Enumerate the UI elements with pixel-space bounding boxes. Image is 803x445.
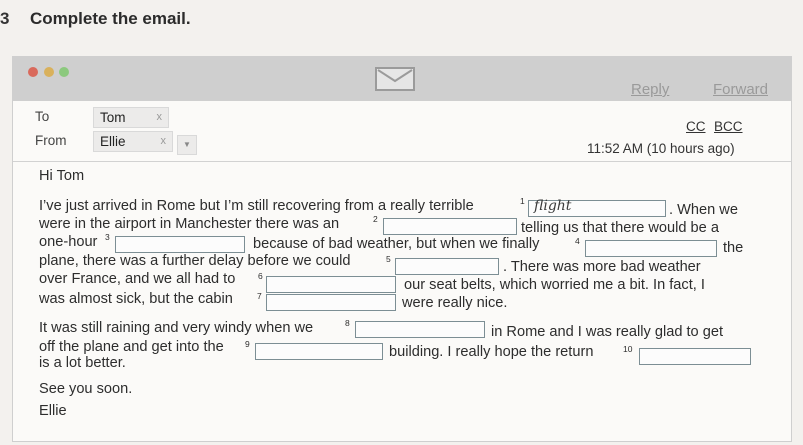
gap-number-6: 6	[258, 271, 263, 281]
gap-number-7: 7	[257, 291, 262, 301]
p1-line3b: because of bad weather, but when we fina…	[253, 236, 540, 252]
p1-line4b: . There was more bad weather	[503, 259, 701, 275]
answer-gap-6[interactable]	[266, 276, 396, 293]
p2-line3a: is a lot better.	[39, 355, 126, 371]
p2-line2b: building. I really hope the return	[389, 344, 594, 360]
cc-link[interactable]: CC	[686, 119, 706, 134]
p1-line3a: one-hour	[39, 234, 98, 250]
email-timestamp: 11:52 AM (10 hours ago)	[587, 141, 735, 156]
exercise-title: Complete the email.	[30, 9, 191, 28]
maximize-window-dot[interactable]	[59, 67, 69, 77]
exercise-number: 3	[0, 9, 10, 28]
to-recipient-chip[interactable]: Tom x	[93, 107, 169, 128]
from-label: From	[35, 133, 67, 148]
p1-line3c: the	[723, 240, 744, 256]
remove-sender-icon[interactable]: x	[161, 135, 167, 147]
to-recipient-name: Tom	[100, 110, 126, 125]
gap-number-3: 3	[105, 232, 110, 242]
answer-gap-10[interactable]	[639, 348, 751, 365]
p1-line2b: telling us that there would be a	[521, 220, 719, 236]
p1-line5a: over France, and we all had to	[39, 271, 236, 287]
from-sender-chip[interactable]: Ellie x	[93, 131, 173, 152]
p1-line2a: were in the airport in Manchester there …	[39, 216, 340, 232]
answer-gap-7[interactable]	[266, 294, 396, 311]
to-label: To	[35, 109, 50, 124]
p1-line1b: . When we	[669, 202, 738, 218]
p1-line5b: our seat belts, which worried me a bit. …	[404, 277, 705, 293]
p2-line1a: It was still raining and very windy when…	[39, 320, 314, 336]
minimize-window-dot[interactable]	[44, 67, 54, 77]
p1-line1a: I’ve just arrived in Rome but I’m still …	[39, 198, 474, 214]
answer-gap-3[interactable]	[115, 236, 245, 253]
answer-gap-8[interactable]	[355, 321, 485, 338]
p1-line6b: were really nice.	[402, 295, 508, 311]
from-sender-name: Ellie	[100, 134, 126, 149]
answer-gap-1[interactable]: flight	[528, 198, 666, 217]
gap-number-5: 5	[386, 254, 391, 264]
answer-gap-4[interactable]	[585, 240, 717, 257]
email-closing: See you soon.	[39, 381, 133, 397]
forward-link[interactable]: Forward	[713, 81, 768, 98]
remove-recipient-icon[interactable]: x	[157, 111, 163, 123]
answer-gap-9[interactable]	[255, 343, 383, 360]
envelope-icon	[375, 67, 415, 91]
p1-line4a: plane, there was a further delay before …	[39, 253, 351, 269]
reply-link[interactable]: Reply	[631, 81, 669, 98]
p1-line6a: was almost sick, but the cabin	[39, 291, 233, 307]
answer-gap-5[interactable]	[395, 258, 499, 275]
close-window-dot[interactable]	[28, 67, 38, 77]
gap-number-2: 2	[373, 214, 378, 224]
sender-dropdown-chevron-icon[interactable]: ▼	[177, 135, 197, 155]
gap-number-4: 4	[575, 236, 580, 246]
window-titlebar: Reply Forward	[13, 57, 791, 101]
gap-1-answer: flight	[534, 198, 572, 214]
answer-gap-2[interactable]	[383, 218, 517, 235]
gap-number-1: 1	[520, 196, 525, 206]
gap-number-9: 9	[245, 339, 250, 349]
header-divider	[13, 161, 791, 162]
p2-line1b: in Rome and I was really glad to get	[491, 324, 724, 340]
gap-number-8: 8	[345, 318, 350, 328]
email-signature: Ellie	[39, 403, 67, 419]
p2-line2a: off the plane and get into the	[39, 339, 224, 355]
email-window: Reply Forward To From Tom x Ellie x ▼ CC…	[12, 56, 792, 442]
bcc-link[interactable]: BCC	[714, 119, 743, 134]
email-greeting: Hi Tom	[39, 168, 85, 184]
gap-number-10: 10	[623, 344, 633, 354]
